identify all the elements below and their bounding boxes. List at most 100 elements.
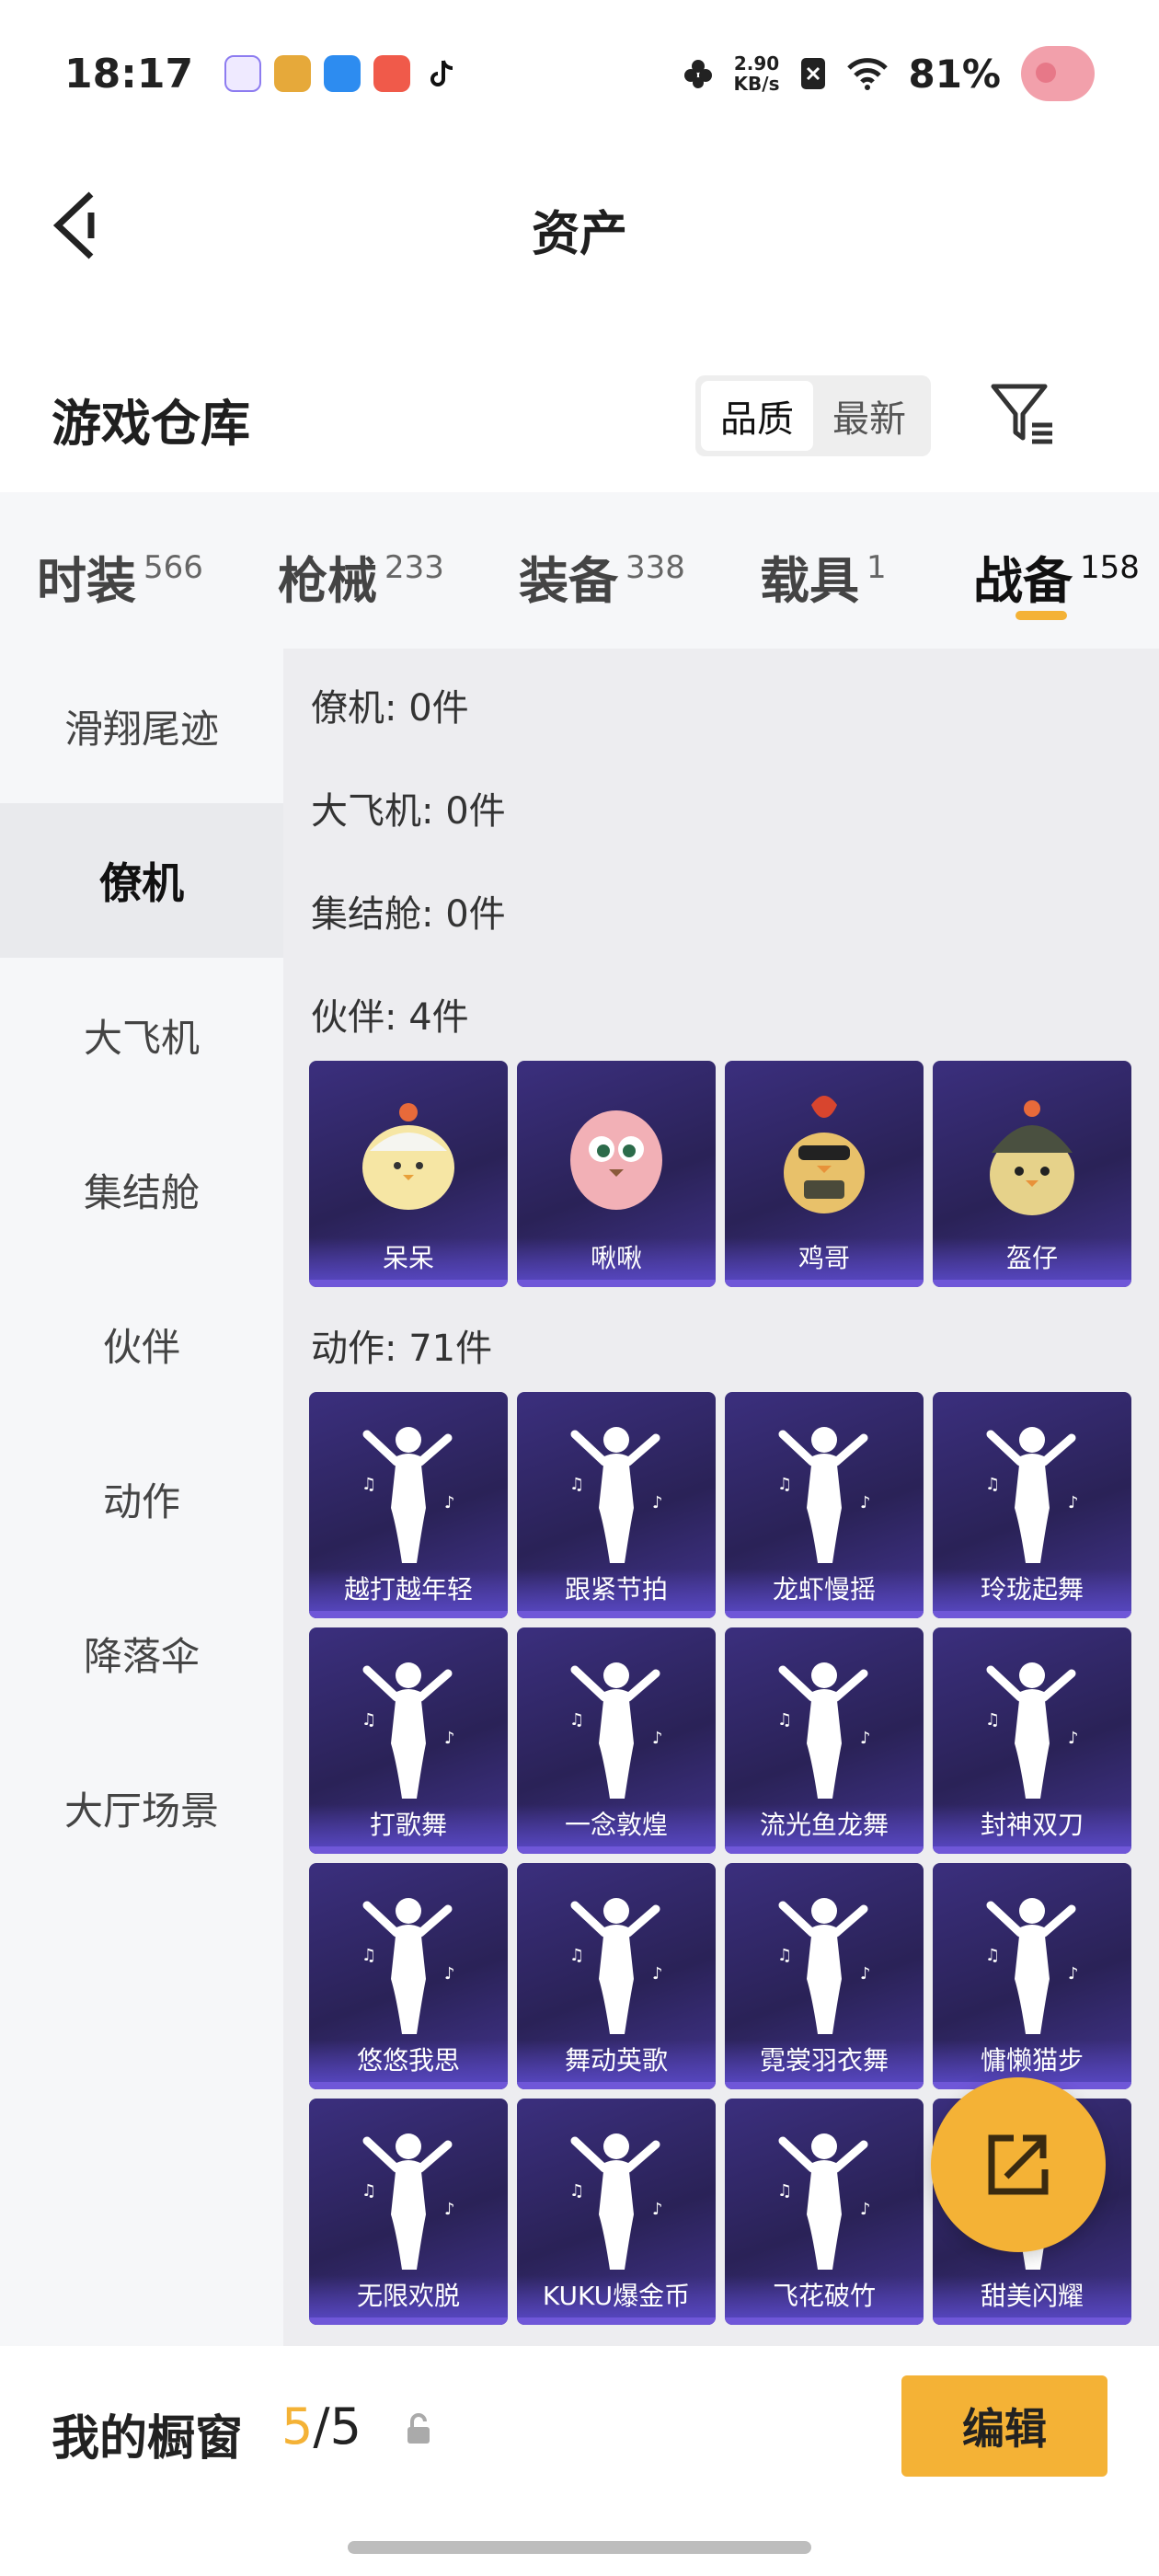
home-indicator[interactable] bbox=[348, 2541, 811, 2554]
warehouse-row: 游戏仓库 品质 最新 bbox=[0, 359, 1159, 478]
card-name: 啾啾 bbox=[517, 1237, 716, 1280]
sidebar-item-big-plane[interactable]: 大飞机 bbox=[0, 958, 283, 1112]
action-card[interactable]: ♫ ♪ KUKU爆金币 bbox=[517, 2099, 716, 2325]
dancer-figure-icon: ♫♪ bbox=[777, 2133, 871, 2270]
showcase-count: 5/5 bbox=[281, 2398, 361, 2455]
action-card[interactable]: ♫ ♪ 一念敦煌 bbox=[517, 1627, 716, 1854]
tab-label: 装备 bbox=[519, 552, 618, 610]
section-action: 动作: 71件 bbox=[311, 1328, 493, 1370]
sidebar-item-action[interactable]: 动作 bbox=[0, 1421, 283, 1576]
svg-text:♪: ♪ bbox=[444, 1729, 455, 1748]
action-card[interactable]: ♫ ♪ 飞花破竹 bbox=[725, 2099, 924, 2325]
action-card[interactable]: ♫ ♪ 越打越年轻 bbox=[309, 1392, 508, 1618]
svg-text:♫: ♫ bbox=[777, 1475, 792, 1494]
flower-icon bbox=[683, 60, 712, 88]
card-name: 悠悠我思 bbox=[309, 2040, 508, 2082]
tab-count: 1 bbox=[866, 549, 887, 586]
svg-text:♫: ♫ bbox=[985, 1475, 1000, 1494]
card-name: 呆呆 bbox=[309, 1237, 508, 1280]
action-card[interactable]: ♫ ♪ 舞动英歌 bbox=[517, 1863, 716, 2089]
tab-equipment[interactable]: 装备 338 bbox=[482, 492, 723, 649]
filter-button[interactable] bbox=[986, 377, 1060, 451]
partner-card[interactable]: 呆呆 bbox=[309, 1061, 508, 1287]
action-card[interactable]: ♫ ♪ 打歌舞 bbox=[309, 1627, 508, 1854]
svg-text:♫: ♫ bbox=[569, 1946, 584, 1965]
card-name: 一念敦煌 bbox=[517, 1804, 716, 1846]
sort-newest-button[interactable]: 最新 bbox=[813, 381, 925, 451]
chick-figure-icon bbox=[362, 1103, 454, 1210]
browser-app-icon bbox=[324, 55, 361, 92]
partner-card[interactable]: 啾啾 bbox=[517, 1061, 716, 1287]
wifi-icon bbox=[847, 58, 889, 90]
action-card[interactable]: ♫ ♪ 跟紧节拍 bbox=[517, 1392, 716, 1618]
helmet-chick-figure-icon bbox=[990, 1100, 1074, 1215]
action-card[interactable]: ♫ ♪ 玲珑起舞 bbox=[933, 1392, 1131, 1618]
partner-card[interactable]: 鸡哥 bbox=[725, 1061, 924, 1287]
tiktok-app-icon bbox=[423, 55, 461, 92]
action-card[interactable]: ♫ ♪ 龙虾慢摇 bbox=[725, 1392, 924, 1618]
action-card[interactable]: ♫ ♪ 悠悠我思 bbox=[309, 1863, 508, 2089]
sort-quality-button[interactable]: 品质 bbox=[701, 381, 813, 451]
svg-text:♫: ♫ bbox=[777, 1710, 792, 1730]
sidebar-item-glide-trail[interactable]: 滑翔尾迹 bbox=[0, 649, 283, 803]
dancer-figure-icon: ♫♪ bbox=[569, 1427, 663, 1563]
edit-button[interactable]: 编辑 bbox=[901, 2375, 1107, 2477]
dancer-figure-icon: ♫♪ bbox=[361, 1662, 455, 1799]
dancer-figure-icon: ♫♪ bbox=[777, 1427, 871, 1563]
sidebar: 滑翔尾迹 僚机 大飞机 集结舱 伙伴 动作 降落伞 大厅场景 bbox=[0, 649, 283, 2346]
sidebar-item-parachute[interactable]: 降落伞 bbox=[0, 1576, 283, 1731]
tab-vehicles[interactable]: 载具 1 bbox=[723, 492, 964, 649]
share-button[interactable] bbox=[931, 2077, 1106, 2252]
sidebar-item-rally-pod[interactable]: 集结舱 bbox=[0, 1112, 283, 1267]
svg-text:♫: ♫ bbox=[985, 1710, 1000, 1730]
card-name: 玲珑起舞 bbox=[933, 1569, 1131, 1611]
card-name: 甜美闪耀 bbox=[933, 2275, 1131, 2317]
sidebar-item-lobby-scene[interactable]: 大厅场景 bbox=[0, 1731, 283, 1885]
svg-text:♪: ♪ bbox=[1068, 1729, 1079, 1748]
dancer-figure-icon: ♫♪ bbox=[569, 1662, 663, 1799]
card-name: 舞动英歌 bbox=[517, 2040, 716, 2082]
pink-bird-figure-icon bbox=[570, 1110, 662, 1210]
tab-count: 158 bbox=[1080, 549, 1140, 586]
tab-guns[interactable]: 枪械 233 bbox=[241, 492, 482, 649]
card-name: 越打越年轻 bbox=[309, 1569, 508, 1611]
svg-text:♪: ♪ bbox=[652, 1964, 663, 1984]
tab-count: 338 bbox=[625, 549, 685, 586]
tab-label: 战备 bbox=[973, 552, 1073, 610]
action-card[interactable]: ♫ ♪ 封神双刀 bbox=[933, 1627, 1131, 1854]
action-card[interactable]: ♫ ♪ 慵懒猫步 bbox=[933, 1863, 1131, 2089]
tab-readiness[interactable]: 战备 158 bbox=[964, 492, 1159, 649]
action-card[interactable]: ♫ ♪ 流光鱼龙舞 bbox=[725, 1627, 924, 1854]
svg-text:♪: ♪ bbox=[652, 1729, 663, 1748]
sort-toggle: 品质 最新 bbox=[695, 375, 931, 456]
svg-text:♪: ♪ bbox=[1068, 1493, 1079, 1512]
svg-text:♫: ♫ bbox=[777, 2181, 792, 2201]
sidebar-item-wingman[interactable]: 僚机 bbox=[0, 803, 283, 958]
rooster-figure-icon bbox=[784, 1096, 865, 1213]
video-app-icon bbox=[373, 55, 411, 92]
tab-fashion[interactable]: 时装 566 bbox=[0, 492, 241, 649]
section-big-plane: 大飞机: 0件 bbox=[311, 790, 506, 833]
active-tab-indicator bbox=[1016, 611, 1067, 620]
showcase-count-total: 5 bbox=[329, 2398, 361, 2455]
sidebar-item-partner[interactable]: 伙伴 bbox=[0, 1267, 283, 1421]
dancer-figure-icon: ♫♪ bbox=[777, 1898, 871, 2034]
card-name: 鸡哥 bbox=[725, 1237, 924, 1280]
warehouse-title: 游戏仓库 bbox=[52, 395, 250, 453]
svg-text:♪: ♪ bbox=[652, 2200, 663, 2219]
dancer-figure-icon: ♫♪ bbox=[985, 1898, 1079, 2034]
card-name: 无限欢脱 bbox=[309, 2275, 508, 2317]
bottom-bar: 我的橱窗 5/5 编辑 bbox=[0, 2346, 1159, 2576]
svg-text:♪: ♪ bbox=[444, 1964, 455, 1984]
hourglass-app-icon bbox=[224, 55, 262, 92]
status-bar: 18:17 2.90 KB/s 81% bbox=[0, 0, 1159, 147]
partner-card[interactable]: 盔仔 bbox=[933, 1061, 1131, 1287]
action-card[interactable]: ♫ ♪ 无限欢脱 bbox=[309, 2099, 508, 2325]
svg-text:♪: ♪ bbox=[444, 2200, 455, 2219]
dancer-figure-icon: ♫♪ bbox=[569, 2133, 663, 2270]
action-card[interactable]: ♫ ♪ 霓裳羽衣舞 bbox=[725, 1863, 924, 2089]
dancer-figure-icon: ♫♪ bbox=[985, 1662, 1079, 1799]
dancer-figure-icon: ♫♪ bbox=[361, 1427, 455, 1563]
card-name: KUKU爆金币 bbox=[517, 2275, 716, 2317]
tab-label: 枪械 bbox=[278, 552, 377, 610]
